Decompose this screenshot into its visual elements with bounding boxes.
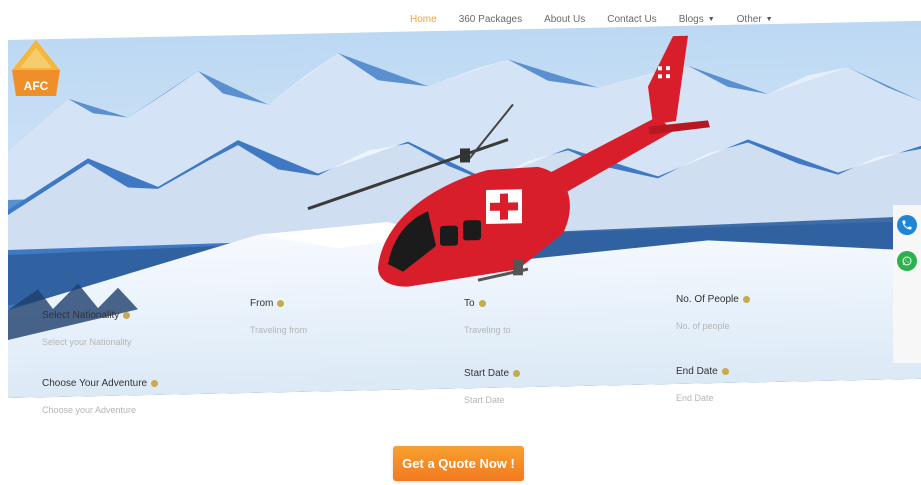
- from-input[interactable]: [250, 323, 430, 337]
- field-to: To: [464, 298, 654, 338]
- nav-item-home[interactable]: Home: [410, 14, 437, 25]
- nav-item-about[interactable]: About Us: [544, 14, 585, 25]
- field-label-text: No. Of People: [676, 294, 739, 305]
- field-end-date: End Date: [676, 366, 866, 406]
- field-label: Select Nationality: [42, 310, 232, 321]
- field-label-text: Start Date: [464, 368, 510, 379]
- whatsapp-icon: [902, 256, 912, 266]
- main-nav: Home 360 Packages About Us Contact Us Bl…: [410, 14, 773, 25]
- info-icon: [513, 370, 521, 377]
- nav-item-blogs[interactable]: Blogs ▼: [679, 14, 715, 25]
- nav-item-contact[interactable]: Contact Us: [607, 14, 656, 25]
- field-label-text: Select Nationality: [42, 310, 120, 321]
- info-icon: [123, 312, 131, 319]
- field-start-date: Start Date: [464, 368, 654, 408]
- quote-form: Select Nationality From To No. Of People: [30, 288, 890, 428]
- phone-button[interactable]: [897, 215, 917, 235]
- logo-text: AFC: [24, 79, 49, 93]
- phone-icon: [902, 220, 912, 230]
- to-input[interactable]: [464, 323, 644, 337]
- adventure-input[interactable]: [42, 403, 222, 417]
- logo-icon: AFC: [12, 40, 60, 96]
- end-date-input[interactable]: [676, 391, 856, 405]
- field-label: To: [464, 298, 654, 309]
- info-icon: [742, 296, 750, 303]
- field-label-text: To: [464, 298, 475, 309]
- chevron-down-icon: ▼: [707, 16, 715, 23]
- nav-item-other[interactable]: Other ▼: [737, 14, 773, 25]
- nav-item-label: Blogs: [678, 14, 704, 25]
- get-quote-button[interactable]: Get a Quote Now !: [393, 446, 524, 481]
- start-date-input[interactable]: [464, 393, 644, 407]
- field-from: From: [250, 298, 440, 338]
- field-label-text: Choose Your Adventure: [42, 378, 148, 389]
- nav-item-label: Contact Us: [607, 14, 657, 25]
- field-label-text: End Date: [676, 366, 718, 377]
- field-adventure: Choose Your Adventure: [42, 378, 232, 418]
- info-icon: [478, 300, 486, 307]
- field-nationality: Select Nationality: [42, 310, 232, 350]
- field-label: End Date: [676, 366, 866, 377]
- brand-logo[interactable]: AFC: [12, 40, 60, 102]
- field-label: From: [250, 298, 440, 309]
- field-label-text: From: [250, 298, 274, 309]
- field-label: No. Of People: [676, 294, 866, 305]
- info-icon: [277, 300, 285, 307]
- chevron-down-icon: ▼: [765, 16, 773, 23]
- field-label: Start Date: [464, 368, 654, 379]
- nav-item-label: Other: [736, 14, 762, 25]
- info-icon: [151, 380, 159, 387]
- whatsapp-button[interactable]: [897, 251, 917, 271]
- nationality-input[interactable]: [42, 335, 222, 349]
- nav-item-packages[interactable]: 360 Packages: [459, 14, 522, 25]
- page: Home 360 Packages About Us Contact Us Bl…: [0, 0, 921, 485]
- nav-item-label: Home: [410, 14, 437, 25]
- people-input[interactable]: [676, 319, 856, 333]
- info-icon: [721, 368, 729, 375]
- field-label: Choose Your Adventure: [42, 378, 232, 389]
- nav-item-label: About Us: [544, 14, 586, 25]
- field-people: No. Of People: [676, 294, 866, 334]
- nav-item-label: 360 Packages: [458, 14, 523, 25]
- side-contact-bar: [893, 205, 921, 363]
